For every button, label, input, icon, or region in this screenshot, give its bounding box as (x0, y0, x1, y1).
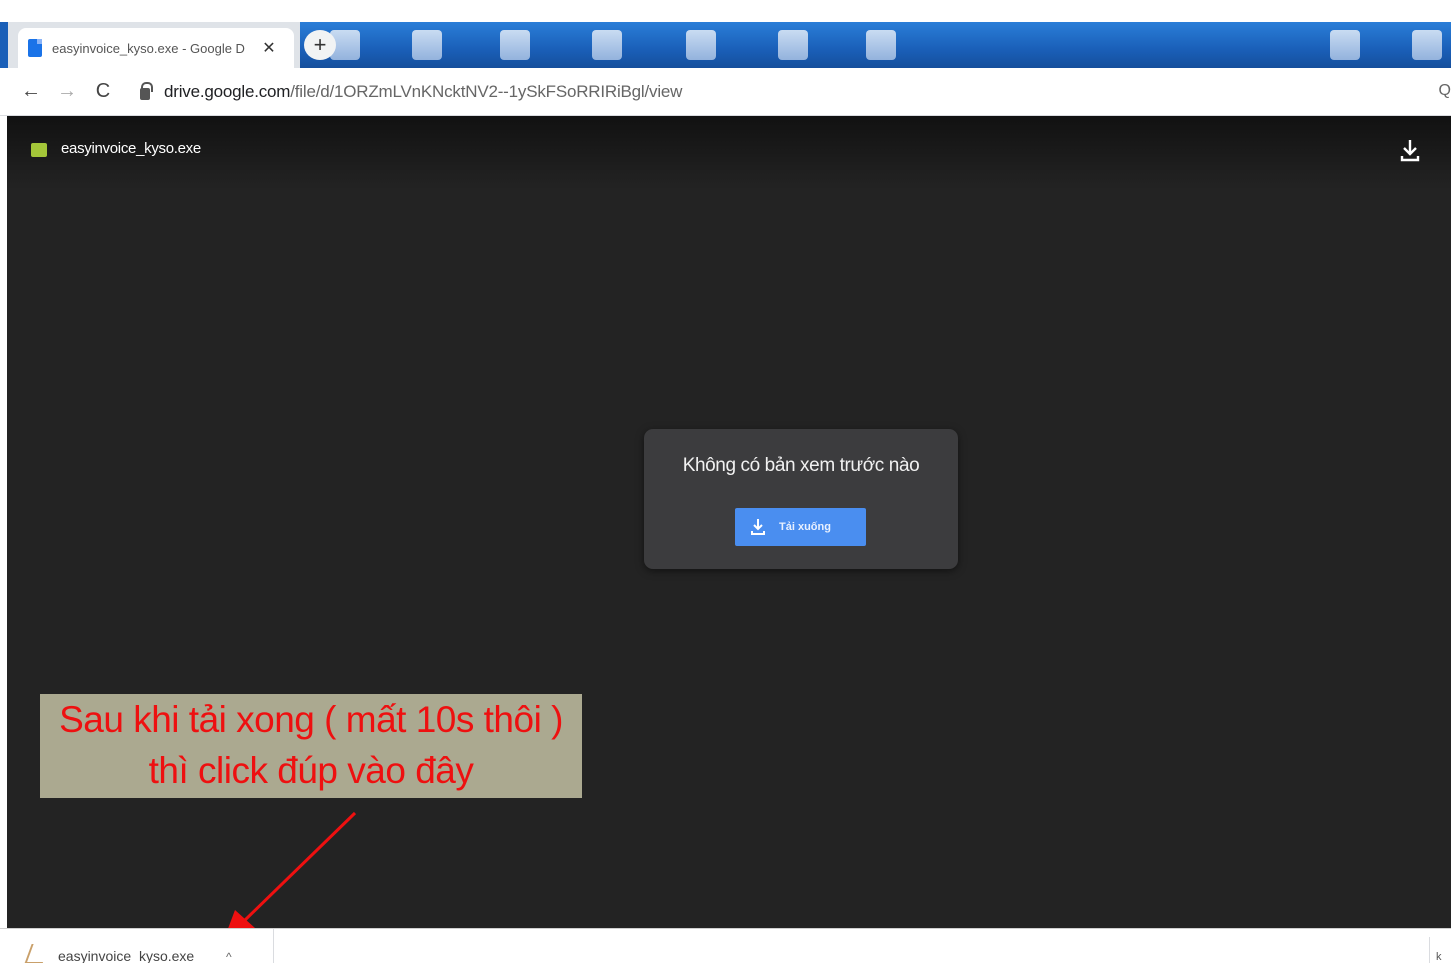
drive-file-viewer: easyinvoice_kyso.exe Không có bản xem tr… (7, 116, 1451, 928)
download-icon[interactable] (1397, 136, 1423, 166)
taskbar-app-icon[interactable] (686, 30, 716, 60)
lock-icon (140, 81, 153, 100)
address-bar[interactable]: drive.google.com/file/d/1ORZmLVnKNcktNV2… (132, 75, 1451, 109)
taskbar-app-icon[interactable] (412, 30, 442, 60)
no-preview-card: Không có bản xem trước nào Tải xuống (644, 429, 958, 569)
taskbar-app-icon[interactable] (778, 30, 808, 60)
close-tab-icon[interactable]: ✕ (260, 38, 278, 58)
url-path: /file/d/1ORZmLVnKNcktNV2--1ySkFSoRRIRiBg… (290, 81, 683, 101)
url-text: drive.google.com/file/d/1ORZmLVnKNcktNV2… (164, 82, 682, 102)
viewer-file-name: easyinvoice_kyso.exe (61, 140, 201, 157)
instruction-annotation: Sau khi tải xong ( mất 10s thôi ) thì cl… (40, 694, 582, 798)
back-button[interactable]: ← (14, 75, 48, 109)
taskbar-app-icon[interactable] (866, 30, 896, 60)
browser-toolbar: ← → C drive.google.com/file/d/1ORZmLVnKN… (0, 68, 1451, 116)
window-edge (0, 22, 8, 68)
taskbar-app-icon[interactable] (1412, 30, 1442, 60)
download-button-label: Tải xuống (779, 521, 831, 533)
taskbar-app-icon[interactable] (1330, 30, 1360, 60)
no-preview-message: Không có bản xem trước nào (682, 455, 920, 476)
chevron-up-icon[interactable]: ^ (226, 950, 232, 963)
screenshot: easyinvoice_kyso.exe - Google D ✕ + ← → … (0, 0, 1451, 963)
annotation-line-1: Sau khi tải xong ( mất 10s thôi ) (59, 699, 563, 740)
tab-strip: easyinvoice_kyso.exe - Google D ✕ + (0, 22, 1451, 68)
browser-tab-active[interactable]: easyinvoice_kyso.exe - Google D ✕ (18, 28, 294, 68)
taskbar-app-icon[interactable] (500, 30, 530, 60)
reload-button[interactable]: C (86, 75, 120, 109)
exe-file-icon (24, 943, 50, 963)
download-shelf: easyinvoice_kyso.exe ^ k (0, 928, 1451, 963)
desktop-taskbar (300, 22, 1451, 68)
annotation-line-2: thì click đúp vào đây (148, 750, 474, 791)
downloaded-file-item[interactable]: easyinvoice_kyso.exe ^ (22, 929, 274, 963)
new-tab-button[interactable]: + (304, 30, 336, 60)
file-type-icon (31, 143, 47, 157)
tab-title: easyinvoice_kyso.exe - Google D (52, 40, 245, 56)
forward-button[interactable]: → (50, 75, 84, 109)
viewer-header: easyinvoice_kyso.exe (7, 116, 1451, 190)
taskbar-app-icon[interactable] (592, 30, 622, 60)
downloaded-file-name: easyinvoice_kyso.exe (58, 947, 195, 963)
show-all-downloads[interactable]: k (1429, 937, 1451, 963)
search-icon[interactable]: Q (1439, 82, 1451, 100)
google-drive-file-icon (28, 39, 42, 57)
download-button[interactable]: Tải xuống (735, 508, 866, 546)
download-icon (751, 519, 765, 535)
url-host: drive.google.com (164, 81, 291, 101)
